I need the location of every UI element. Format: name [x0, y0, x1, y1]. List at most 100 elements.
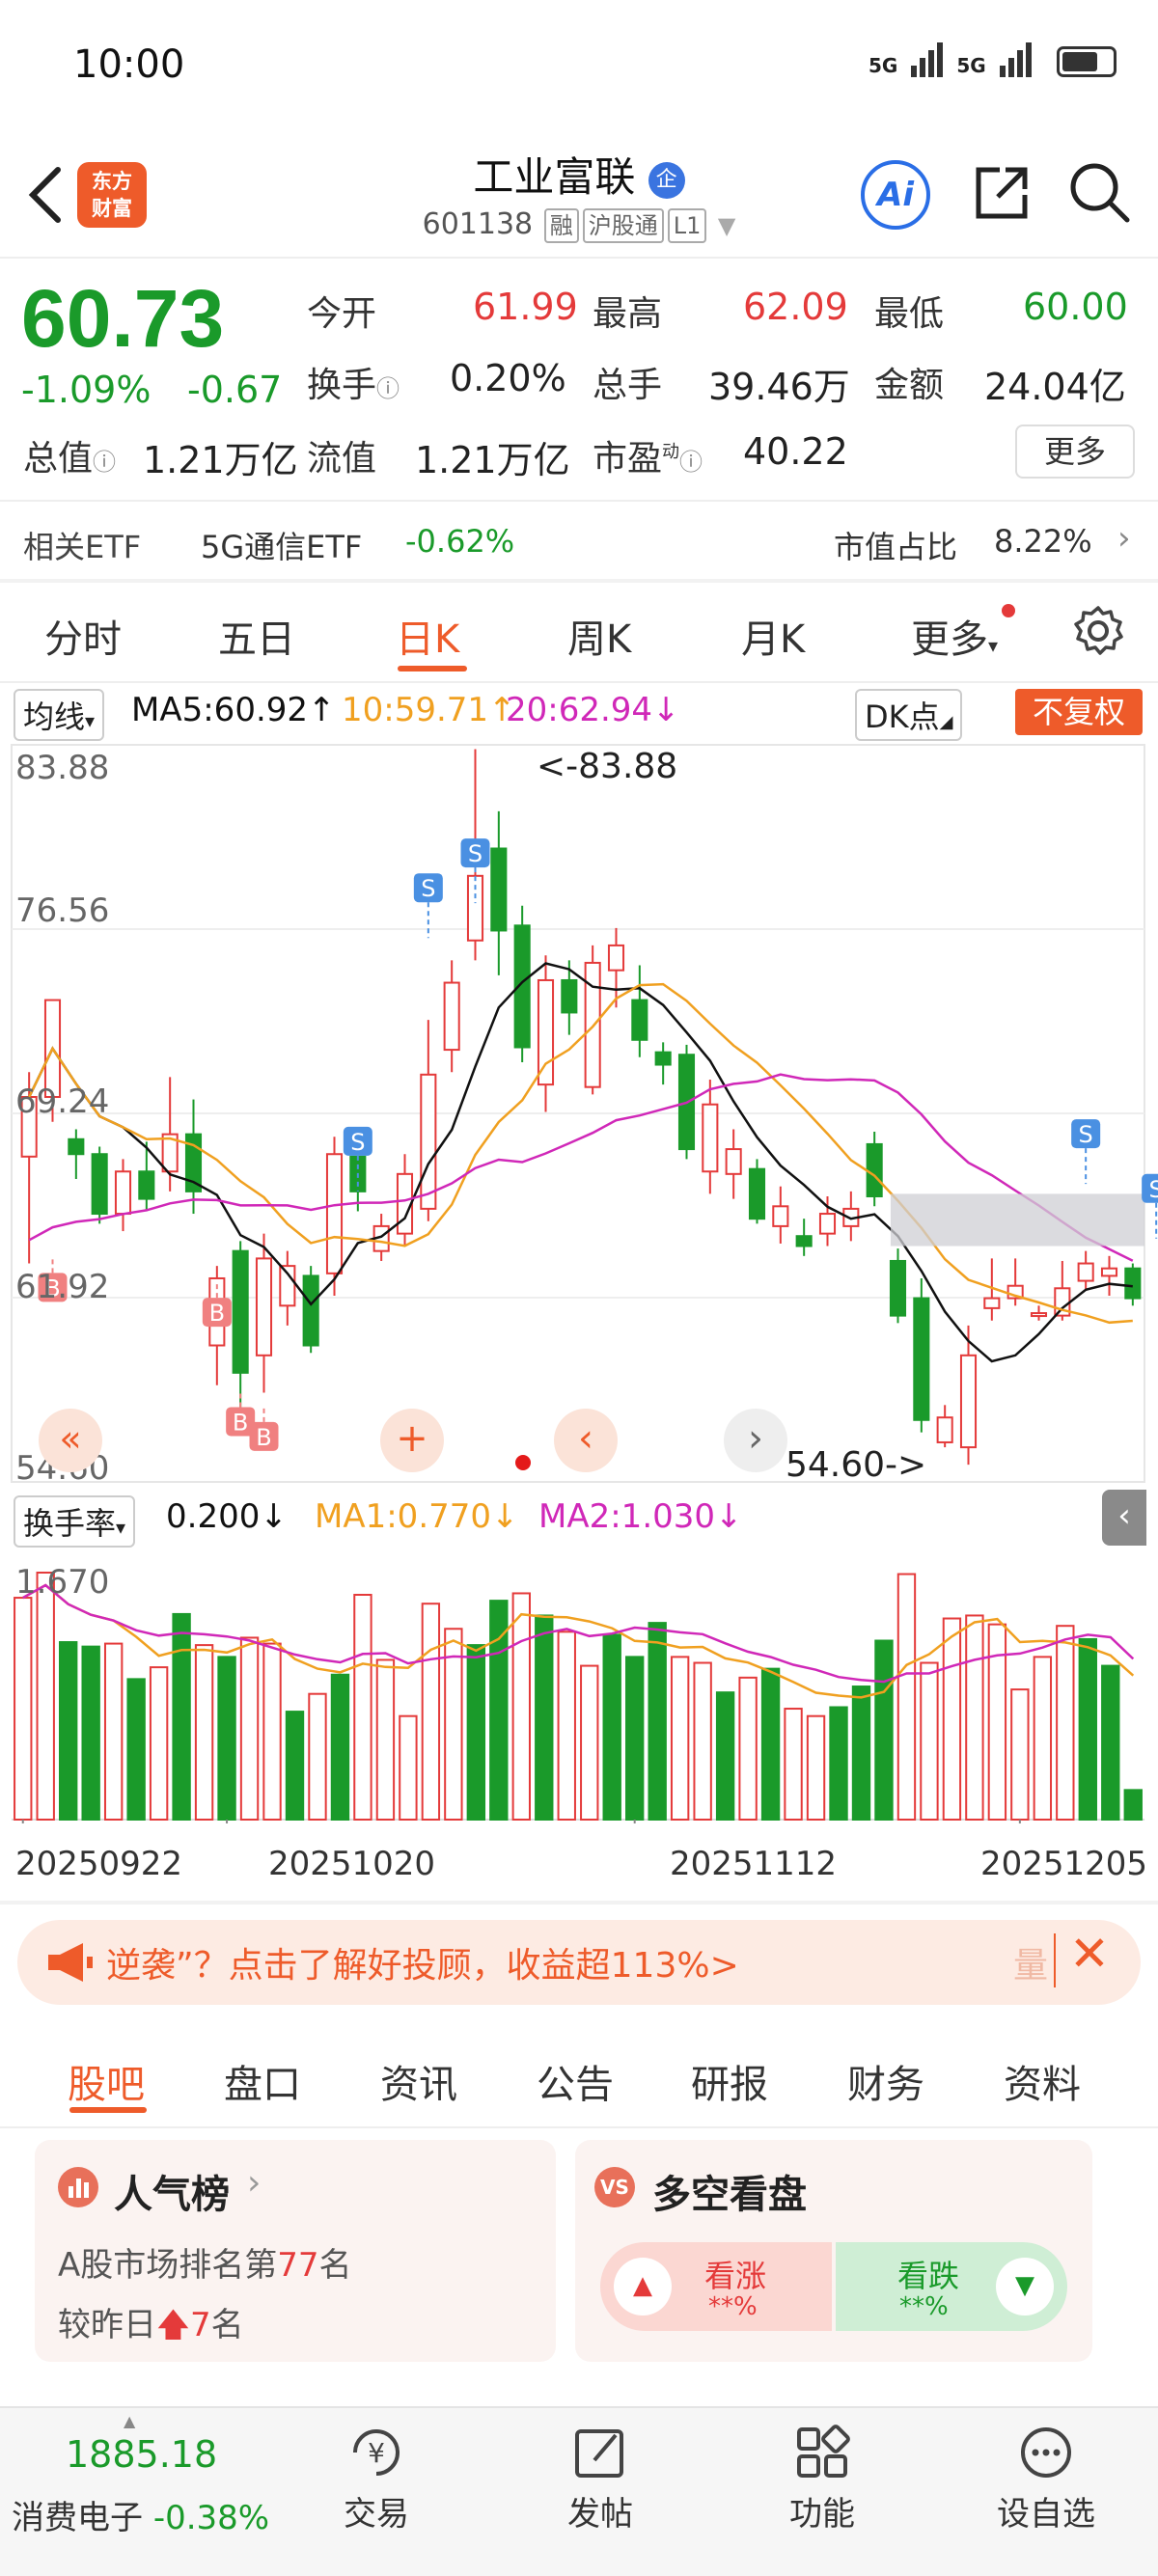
date-label-2: 20251020 [268, 1845, 436, 1883]
tab-guba[interactable]: 股吧 [68, 2053, 145, 2109]
nav-post[interactable]: 发帖 [542, 2422, 658, 2535]
tab-more[interactable]: 更多▾ [911, 604, 1015, 664]
bottom-bar: ▲ 1885.18 消费电子 -0.38% ¥ 交易 发帖 功能 设自选 [0, 2406, 1158, 2576]
tab-weekly-k[interactable]: 周K [567, 608, 631, 664]
candle-down [913, 1297, 930, 1421]
more-button[interactable]: 更多 [1015, 425, 1135, 479]
status-time: 10:00 [73, 42, 185, 87]
close-icon[interactable]: ✕ [1069, 1926, 1110, 1982]
turnover-bar [942, 1617, 962, 1821]
mktcap-label-text: 总值 [23, 439, 94, 479]
change-value: 7 [189, 2306, 211, 2344]
current-dot [515, 1455, 531, 1470]
nav-trade[interactable]: ¥ 交易 [318, 2422, 434, 2535]
turnover-bar [1123, 1789, 1143, 1822]
candle-up [1077, 1262, 1094, 1282]
change-pct: -1.09% [21, 369, 152, 411]
turnover-bar [1101, 1664, 1120, 1822]
vol-value: 0.200↓ [166, 1497, 288, 1536]
y-label-4: 61.92 [15, 1268, 110, 1306]
dk-point-button[interactable]: DK点◢ [855, 689, 963, 741]
turnover-bar [625, 1656, 645, 1821]
long-short-card[interactable]: VS 多空看盘 ▲ 看涨 **% 看跌 **% ▼ [575, 2140, 1092, 2362]
collapse-panel-button[interactable]: ‹ [1102, 1490, 1146, 1546]
ai-button[interactable]: Ai [861, 160, 930, 230]
indicator-select[interactable]: 均线▾ [14, 689, 105, 741]
candle-up [114, 1170, 132, 1216]
tab-daily-k[interactable]: 日K [396, 608, 459, 664]
etf-label: 相关ETF [23, 529, 142, 565]
active-tab-indicator [398, 666, 467, 671]
popularity-change-line: 较昨日🡅7名 [58, 2298, 244, 2357]
chevron-right-icon[interactable]: › [1117, 519, 1131, 558]
tab-profile[interactable]: 资料 [1004, 2053, 1081, 2109]
date-label-1: 20250922 [15, 1845, 183, 1883]
turnover-chart[interactable] [0, 1544, 1158, 1823]
y-label-2: 76.56 [15, 891, 110, 930]
grid-icon [797, 2425, 850, 2478]
candle-up [537, 978, 555, 1086]
tab-announcement[interactable]: 公告 [537, 2053, 614, 2109]
tab-timeshare[interactable]: 分时 [44, 608, 122, 664]
rewind-button[interactable]: « [39, 1409, 102, 1472]
vol-indicator-select[interactable]: 换手率▾ [14, 1495, 136, 1548]
turnover-value: 0.20% [450, 357, 566, 399]
battery-icon [1056, 46, 1117, 77]
stock-name: 工业富联 [473, 153, 636, 201]
turnover-bar [217, 1656, 236, 1821]
nav-functions[interactable]: 功能 [764, 2422, 880, 2535]
info-icon[interactable]: ⓘ [679, 449, 703, 476]
fuquan-button[interactable]: 不复权 [1015, 689, 1143, 735]
tab-news[interactable]: 资讯 [380, 2053, 457, 2109]
popularity-card[interactable]: 人气榜 › A股市场排名第77名 较昨日🡅7名 [35, 2140, 556, 2362]
nav-add-watchlist[interactable]: 设自选 [988, 2422, 1104, 2535]
tab-research[interactable]: 研报 [691, 2053, 768, 2109]
candle-down [232, 1249, 249, 1374]
tag-level: L1 [667, 207, 707, 243]
turnover-bar [851, 1685, 871, 1821]
triangle-up-icon: ▲ [614, 2258, 672, 2316]
promo-banner[interactable]: 逆袭”？点击了解好投顾，收益超113%> 量 ✕ [17, 1920, 1141, 2005]
turnover-bar [920, 1661, 939, 1821]
zoom-in-button[interactable]: + [380, 1409, 444, 1472]
bearish-button[interactable]: 看跌 **% ▼ [836, 2242, 1067, 2331]
popularity-rank-line: A股市场排名第77名 [58, 2238, 352, 2286]
dropdown-icon: ▾ [116, 1516, 126, 1539]
rank-value: 77 [277, 2246, 319, 2285]
search-button[interactable] [1067, 160, 1131, 228]
share-button[interactable] [971, 162, 1033, 228]
pe-label: 市盈动ⓘ [593, 430, 703, 480]
etf-name[interactable]: 5G通信ETF [201, 523, 362, 567]
bullish-button[interactable]: ▲ 看涨 **% [600, 2242, 832, 2331]
turnover-bar [987, 1623, 1007, 1821]
index-ticker[interactable]: ▲ 1885.18 消费电子 -0.38% [0, 2408, 269, 2576]
tab-finance[interactable]: 财务 [847, 2053, 924, 2109]
sell-marker: S [1071, 1119, 1101, 1149]
turnover-bar [126, 1678, 146, 1821]
turnover-bar [1010, 1688, 1030, 1821]
info-icon[interactable]: ⓘ [376, 375, 400, 402]
share-icon [976, 167, 1028, 219]
notification-dot [1002, 604, 1015, 617]
kline-chart[interactable]: BBBBSSSSS [0, 739, 1158, 1492]
search-icon [1070, 163, 1130, 223]
candle-down [795, 1235, 813, 1247]
vol-max-label: 1.670 [15, 1563, 110, 1602]
candle-up [325, 1153, 344, 1274]
tab-monthly-k[interactable]: 月K [741, 608, 805, 664]
marker-label: S [468, 840, 482, 867]
prev-button[interactable]: ‹ [554, 1409, 618, 1472]
mktcap-label: 总值ⓘ [23, 430, 116, 480]
settings-button[interactable] [1071, 604, 1125, 662]
tab-five-day[interactable]: 五日 [218, 608, 295, 664]
turnover-bar [421, 1603, 441, 1821]
info-icon[interactable]: ⓘ [93, 449, 116, 476]
candle-up [983, 1297, 1001, 1309]
candle-down [561, 978, 578, 1014]
next-button[interactable]: › [724, 1409, 787, 1472]
index-line: 消费电子 -0.38% [12, 2491, 269, 2538]
index-name: 消费电子 [12, 2499, 143, 2537]
nav-add-watchlist-label: 设自选 [997, 2495, 1095, 2534]
megaphone-icon [48, 1943, 93, 1982]
tab-pankou[interactable]: 盘口 [224, 2053, 301, 2109]
